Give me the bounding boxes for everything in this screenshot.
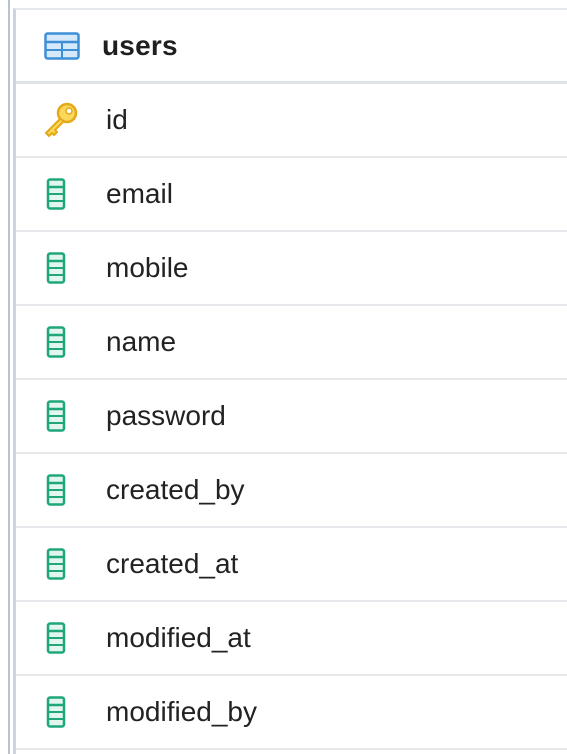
- column-row-created-at[interactable]: created_at: [16, 528, 567, 602]
- column-icon: [16, 696, 106, 728]
- column-icon: [16, 400, 106, 432]
- column-name: modified_by: [106, 696, 257, 727]
- column-row-name[interactable]: name: [16, 306, 567, 380]
- column-name: name: [106, 326, 177, 357]
- column-name: created_at: [106, 548, 239, 579]
- column-row-mobile[interactable]: mobile: [16, 232, 567, 306]
- column-name: modified_at: [106, 622, 251, 653]
- table-header[interactable]: users: [16, 10, 567, 84]
- canvas-edge: [8, 0, 10, 754]
- table-icon: [16, 31, 102, 60]
- column-icon: [16, 474, 106, 506]
- column-icon: [16, 326, 106, 358]
- column-row-id[interactable]: id: [16, 84, 567, 158]
- column-icon: [16, 548, 106, 580]
- column-name: mobile: [106, 252, 189, 283]
- column-name: email: [106, 178, 173, 209]
- column-row-email[interactable]: email: [16, 158, 567, 232]
- column-row-password[interactable]: password: [16, 380, 567, 454]
- column-row-modified-by[interactable]: modified_by: [16, 676, 567, 750]
- column-icon: [16, 178, 106, 210]
- column-name: created_by: [106, 474, 245, 505]
- column-icon: [16, 622, 106, 654]
- column-icon: [16, 252, 106, 284]
- table-card-users[interactable]: users id email mobile name password created_b…: [13, 8, 567, 754]
- table-title: users: [102, 29, 178, 61]
- column-name: password: [106, 400, 226, 431]
- column-row-created-by[interactable]: created_by: [16, 454, 567, 528]
- primary-key-icon: [16, 101, 106, 139]
- column-name: id: [106, 104, 128, 135]
- column-row-modified-at[interactable]: modified_at: [16, 602, 567, 676]
- column-list: id email mobile name password created_bycreat…: [16, 84, 567, 750]
